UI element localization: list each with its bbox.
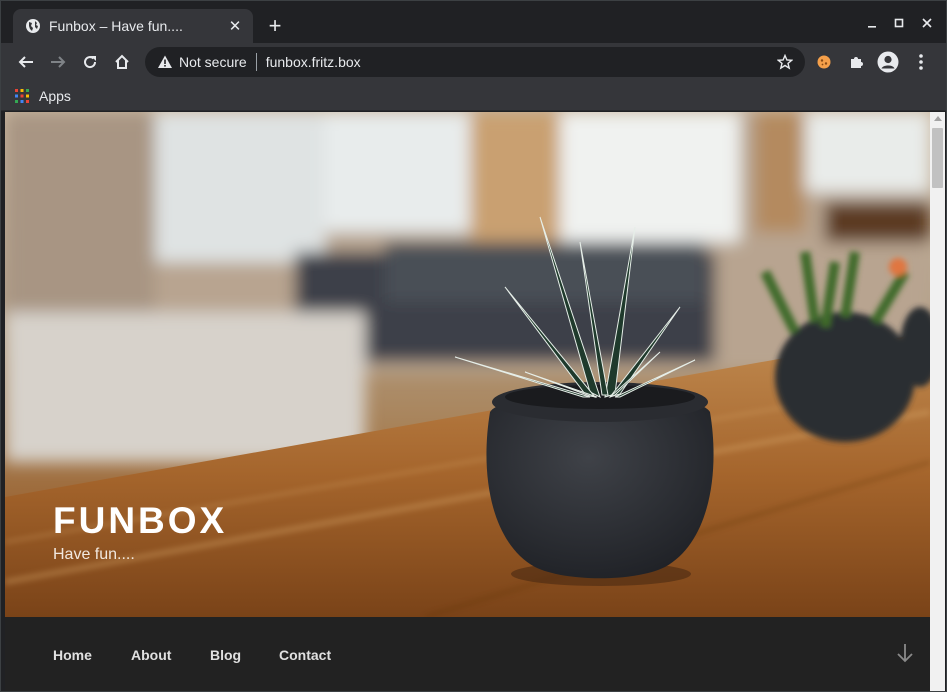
close-window-icon[interactable] [913,9,941,37]
reload-icon[interactable] [76,48,104,76]
hero-header-image: FUNBOX Have fun.... [5,112,930,617]
security-label[interactable]: Not secure [179,54,247,70]
separator [255,53,257,71]
close-tab-icon[interactable]: ✕ [223,14,247,38]
minimize-icon[interactable] [858,9,886,37]
nav-blog[interactable]: Blog [210,647,241,663]
address-bar[interactable]: Not secure funbox.fritz.box [145,47,805,77]
bookmark-star-icon[interactable] [771,48,799,76]
nav-about[interactable]: About [131,647,171,663]
tab-funbox[interactable]: Funbox – Have fun.... ✕ [13,9,253,43]
url-text[interactable]: funbox.fritz.box [266,54,771,70]
scroll-up-arrow-icon[interactable] [934,116,942,121]
tab-strip: Funbox – Have fun.... ✕ + [1,1,946,43]
warning-icon[interactable] [157,54,173,70]
globe-icon [26,19,40,33]
new-tab-button[interactable]: + [263,15,287,39]
browser-toolbar: Not secure funbox.fritz.box [1,43,946,81]
browser-window: Funbox – Have fun.... ✕ + Not secure fun… [0,0,947,692]
bookmarks-bar: Apps [1,81,946,111]
site-navigation: Home About Blog Contact [5,617,930,691]
cookie-extension-icon[interactable] [810,48,838,76]
page-viewport: FUNBOX Have fun.... Home About Blog Cont… [5,112,930,691]
scroll-down-arrow-icon[interactable] [893,641,917,665]
nav-home[interactable]: Home [53,647,92,663]
forward-arrow-icon[interactable] [44,48,72,76]
bookmark-apps[interactable]: Apps [15,84,71,108]
tab-title: Funbox – Have fun.... [49,18,183,34]
profile-avatar-icon[interactable] [874,48,902,76]
maximize-icon[interactable] [885,9,913,37]
bookmark-apps-label: Apps [39,88,71,104]
site-description: Have fun.... [53,546,135,563]
apps-grid-icon [15,89,29,103]
home-icon[interactable] [108,48,136,76]
nav-contact[interactable]: Contact [279,647,331,663]
back-arrow-icon[interactable] [12,48,40,76]
menu-kebab-icon[interactable] [907,48,935,76]
extensions-puzzle-icon[interactable] [842,48,870,76]
vertical-scrollbar[interactable] [930,112,945,691]
site-title[interactable]: FUNBOX [53,500,227,542]
scrollbar-thumb[interactable] [932,128,943,188]
